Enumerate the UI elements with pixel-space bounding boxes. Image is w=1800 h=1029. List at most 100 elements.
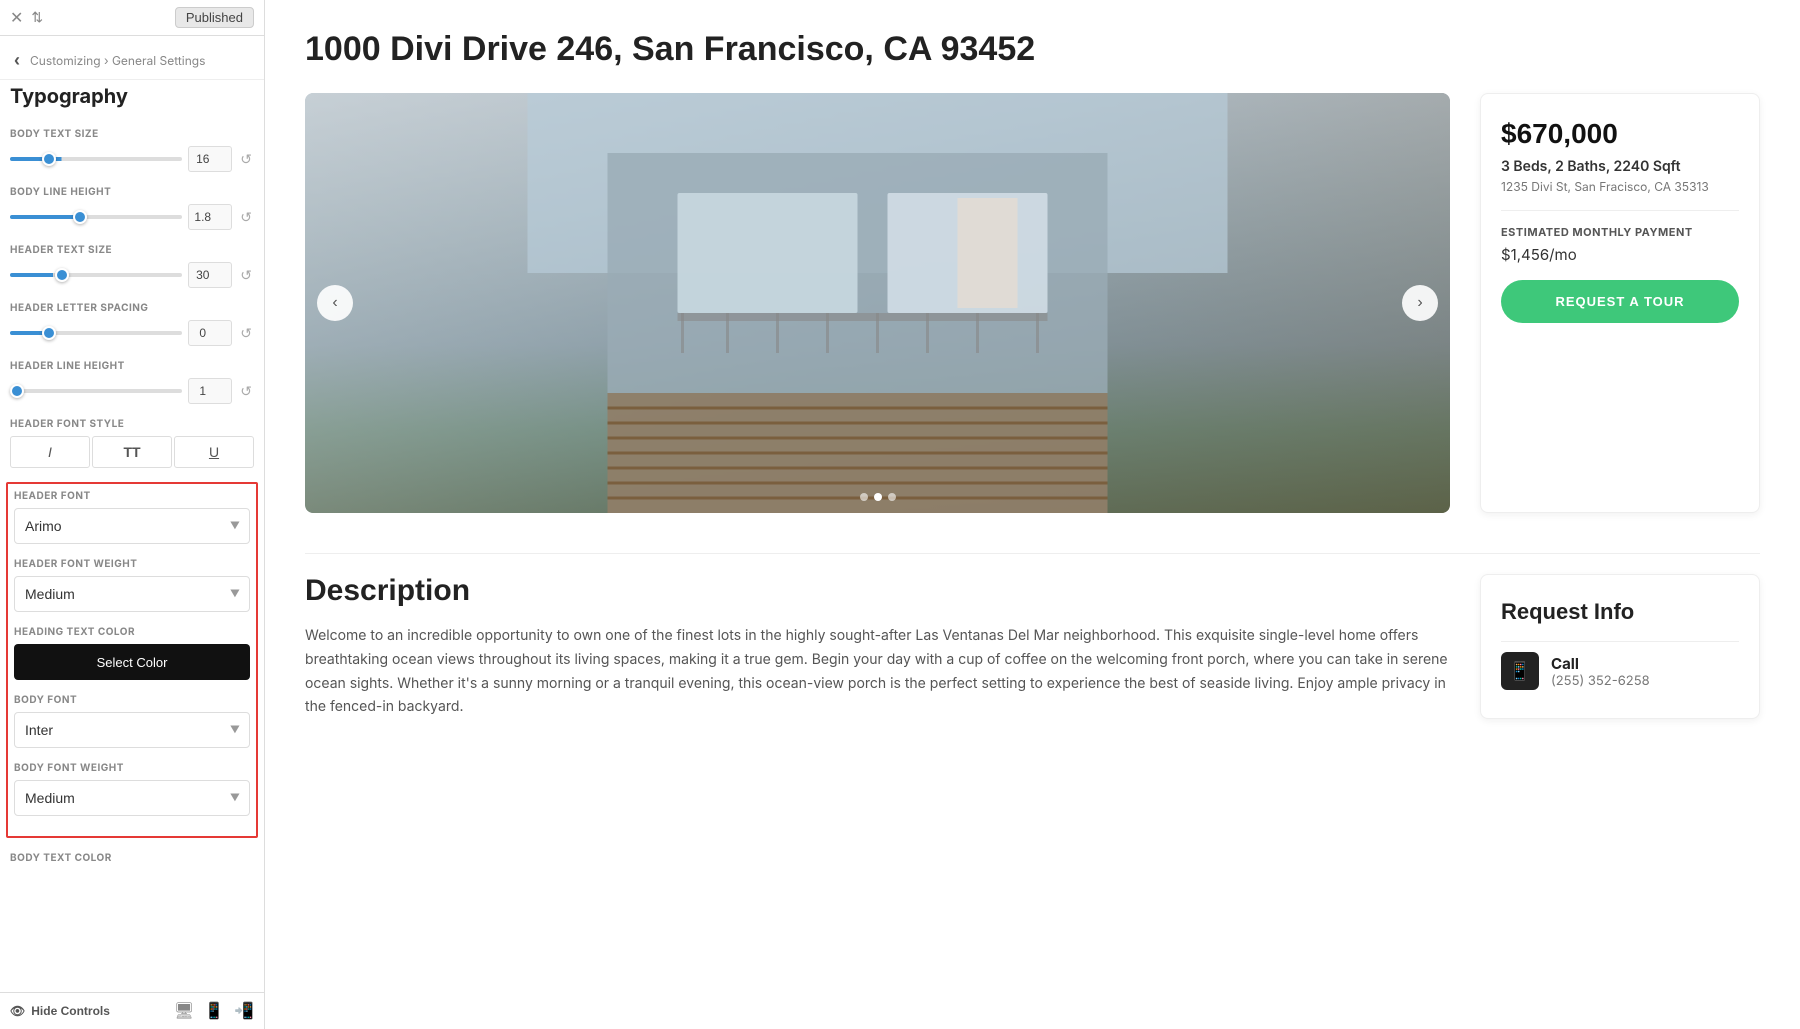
sidebar: ✕ ⇅ Published ‹ Customizing › General Se… xyxy=(0,0,265,1029)
sidebar-topbar-left: ✕ ⇅ xyxy=(10,8,43,28)
body-font-weight-select-wrapper: Light Regular Medium Bold ▼ xyxy=(14,780,250,816)
footer-icons: 🖥 📱 📲 xyxy=(174,1001,254,1021)
body-line-height-reset[interactable]: ↺ xyxy=(238,207,254,228)
header-font-style-group: HEADER FONT STYLE I TT U xyxy=(10,418,254,468)
hide-controls-button[interactable]: 👁 Hide Controls xyxy=(10,1004,110,1018)
gallery-dot-2[interactable] xyxy=(874,493,882,501)
back-button[interactable]: ‹ xyxy=(10,46,24,75)
body-font-weight-group: BODY FONT WEIGHT Light Regular Medium Bo… xyxy=(14,762,250,816)
body-line-height-group: BODY LINE HEIGHT 1.8 ↺ xyxy=(10,186,254,230)
header-letter-spacing-group: HEADER LETTER SPACING 0 ↺ xyxy=(10,302,254,346)
gallery-image xyxy=(305,93,1450,513)
contact-phone: (255) 352-6258 xyxy=(1551,673,1650,689)
property-body: ‹ › $670,000 3 Beds, 2 Baths, 2240 Sqft … xyxy=(305,93,1760,513)
description-title: Description xyxy=(305,574,1450,608)
contact-label: Call xyxy=(1551,654,1650,673)
gallery-dot-3[interactable] xyxy=(888,493,896,501)
body-text-size-slider[interactable] xyxy=(10,157,182,161)
hide-controls-label: Hide Controls xyxy=(31,1004,110,1018)
heading-text-color-button[interactable]: Select Color xyxy=(14,644,250,680)
body-text-size-label: BODY TEXT SIZE xyxy=(10,128,254,140)
estimated-payment-label: ESTIMATED MONTHLY PAYMENT xyxy=(1501,225,1739,239)
contact-row: 📱 Call (255) 352-6258 xyxy=(1501,641,1739,690)
body-font-group: BODY FONT Inter Arimo Roboto Open Sans ▼ xyxy=(14,694,250,748)
body-font-weight-select[interactable]: Light Regular Medium Bold xyxy=(14,780,250,816)
body-text-size-group: BODY TEXT SIZE 16 ↺ xyxy=(10,128,254,172)
gallery-next-button[interactable]: › xyxy=(1402,285,1438,321)
section-title: Typography xyxy=(0,80,264,118)
breadcrumb: Customizing › General Settings xyxy=(30,53,205,68)
header-text-size-label: HEADER TEXT SIZE xyxy=(10,244,254,256)
mobile-view-button[interactable]: 📲 xyxy=(234,1001,254,1021)
sidebar-topbar: ✕ ⇅ Published xyxy=(0,0,264,36)
divider-1 xyxy=(1501,210,1739,211)
gallery-dot-1[interactable] xyxy=(860,493,868,501)
header-line-height-input[interactable]: 1 xyxy=(188,378,232,404)
body-text-size-slider-row: 16 ↺ xyxy=(10,146,254,172)
body-font-weight-label: BODY FONT WEIGHT xyxy=(14,762,250,774)
body-text-color-group: BODY TEXT COLOR xyxy=(10,852,254,864)
close-button[interactable]: ✕ xyxy=(10,8,23,28)
phone-icon: 📱 xyxy=(1501,652,1539,690)
header-line-height-group: HEADER LINE HEIGHT 1 ↺ xyxy=(10,360,254,404)
underline-button[interactable]: U xyxy=(174,436,254,468)
body-font-select[interactable]: Inter Arimo Roboto Open Sans xyxy=(14,712,250,748)
description-section: Description Welcome to an incredible opp… xyxy=(305,553,1760,719)
sort-icon-button[interactable]: ⇅ xyxy=(31,9,43,26)
eye-icon: 👁 xyxy=(10,1004,25,1018)
header-font-label: HEADER FONT xyxy=(14,490,250,502)
description-main: Description Welcome to an incredible opp… xyxy=(305,574,1450,719)
heading-text-color-label: HEADING TEXT COLOR xyxy=(14,626,250,638)
highlighted-section: HEADER FONT Arimo Inter Roboto Open Sans… xyxy=(6,482,258,838)
header-font-select[interactable]: Arimo Inter Roboto Open Sans xyxy=(14,508,250,544)
tablet-view-button[interactable]: 📱 xyxy=(204,1001,224,1021)
bold-button[interactable]: TT xyxy=(92,436,172,468)
gallery-dots xyxy=(860,493,896,501)
description-text: Welcome to an incredible opportunity to … xyxy=(305,624,1450,719)
body-text-color-label: BODY TEXT COLOR xyxy=(10,852,254,864)
body-text-size-reset[interactable]: ↺ xyxy=(238,149,254,170)
property-address: 1235 Divi St, San Fracisco, CA 35313 xyxy=(1501,179,1739,194)
header-line-height-slider[interactable] xyxy=(10,389,182,393)
tour-button[interactable]: REQUEST A TOUR xyxy=(1501,280,1739,323)
sidebar-controls: BODY TEXT SIZE 16 ↺ BODY LINE HEIGHT 1.8… xyxy=(0,118,264,992)
header-font-weight-label: HEADER FONT WEIGHT xyxy=(14,558,250,570)
body-font-select-wrapper: Inter Arimo Roboto Open Sans ▼ xyxy=(14,712,250,748)
header-letter-spacing-label: HEADER LETTER SPACING xyxy=(10,302,254,314)
body-line-height-slider-row: 1.8 ↺ xyxy=(10,204,254,230)
header-font-weight-select[interactable]: Light Regular Medium Bold xyxy=(14,576,250,612)
body-text-size-input[interactable]: 16 xyxy=(188,146,232,172)
body-line-height-input[interactable]: 1.8 xyxy=(188,204,232,230)
contact-info: Call (255) 352-6258 xyxy=(1551,654,1650,689)
property-stats: 3 Beds, 2 Baths, 2240 Sqft xyxy=(1501,158,1739,175)
estimated-payment-value: $1,456/mo xyxy=(1501,245,1739,264)
body-line-height-label: BODY LINE HEIGHT xyxy=(10,186,254,198)
request-info-card: Request Info 📱 Call (255) 352-6258 xyxy=(1480,574,1760,719)
italic-button[interactable]: I xyxy=(10,436,90,468)
header-text-size-reset[interactable]: ↺ xyxy=(238,265,254,286)
header-letter-spacing-slider-row: 0 ↺ xyxy=(10,320,254,346)
body-line-height-slider[interactable] xyxy=(10,215,182,219)
published-badge[interactable]: Published xyxy=(175,7,254,28)
header-text-size-input[interactable]: 30 xyxy=(188,262,232,288)
header-text-size-group: HEADER TEXT SIZE 30 ↺ xyxy=(10,244,254,288)
desktop-view-button[interactable]: 🖥 xyxy=(174,1001,194,1021)
header-line-height-label: HEADER LINE HEIGHT xyxy=(10,360,254,372)
request-info-title: Request Info xyxy=(1501,599,1739,625)
header-letter-spacing-reset[interactable]: ↺ xyxy=(238,323,254,344)
header-line-height-reset[interactable]: ↺ xyxy=(238,381,254,402)
header-text-size-slider-row: 30 ↺ xyxy=(10,262,254,288)
sidebar-nav-header: ‹ Customizing › General Settings xyxy=(0,36,264,80)
header-line-height-slider-row: 1 ↺ xyxy=(10,378,254,404)
property-gallery: ‹ › xyxy=(305,93,1450,513)
header-font-group: HEADER FONT Arimo Inter Roboto Open Sans… xyxy=(14,490,250,544)
header-letter-spacing-slider[interactable] xyxy=(10,331,182,335)
header-font-weight-select-wrapper: Light Regular Medium Bold ▼ xyxy=(14,576,250,612)
header-letter-spacing-input[interactable]: 0 xyxy=(188,320,232,346)
header-text-size-slider[interactable] xyxy=(10,273,182,277)
header-font-weight-group: HEADER FONT WEIGHT Light Regular Medium … xyxy=(14,558,250,612)
property-title: 1000 Divi Drive 246, San Francisco, CA 9… xyxy=(305,30,1760,69)
property-info-card: $670,000 3 Beds, 2 Baths, 2240 Sqft 1235… xyxy=(1480,93,1760,513)
header-font-style-label: HEADER FONT STYLE xyxy=(10,418,254,430)
gallery-prev-button[interactable]: ‹ xyxy=(317,285,353,321)
